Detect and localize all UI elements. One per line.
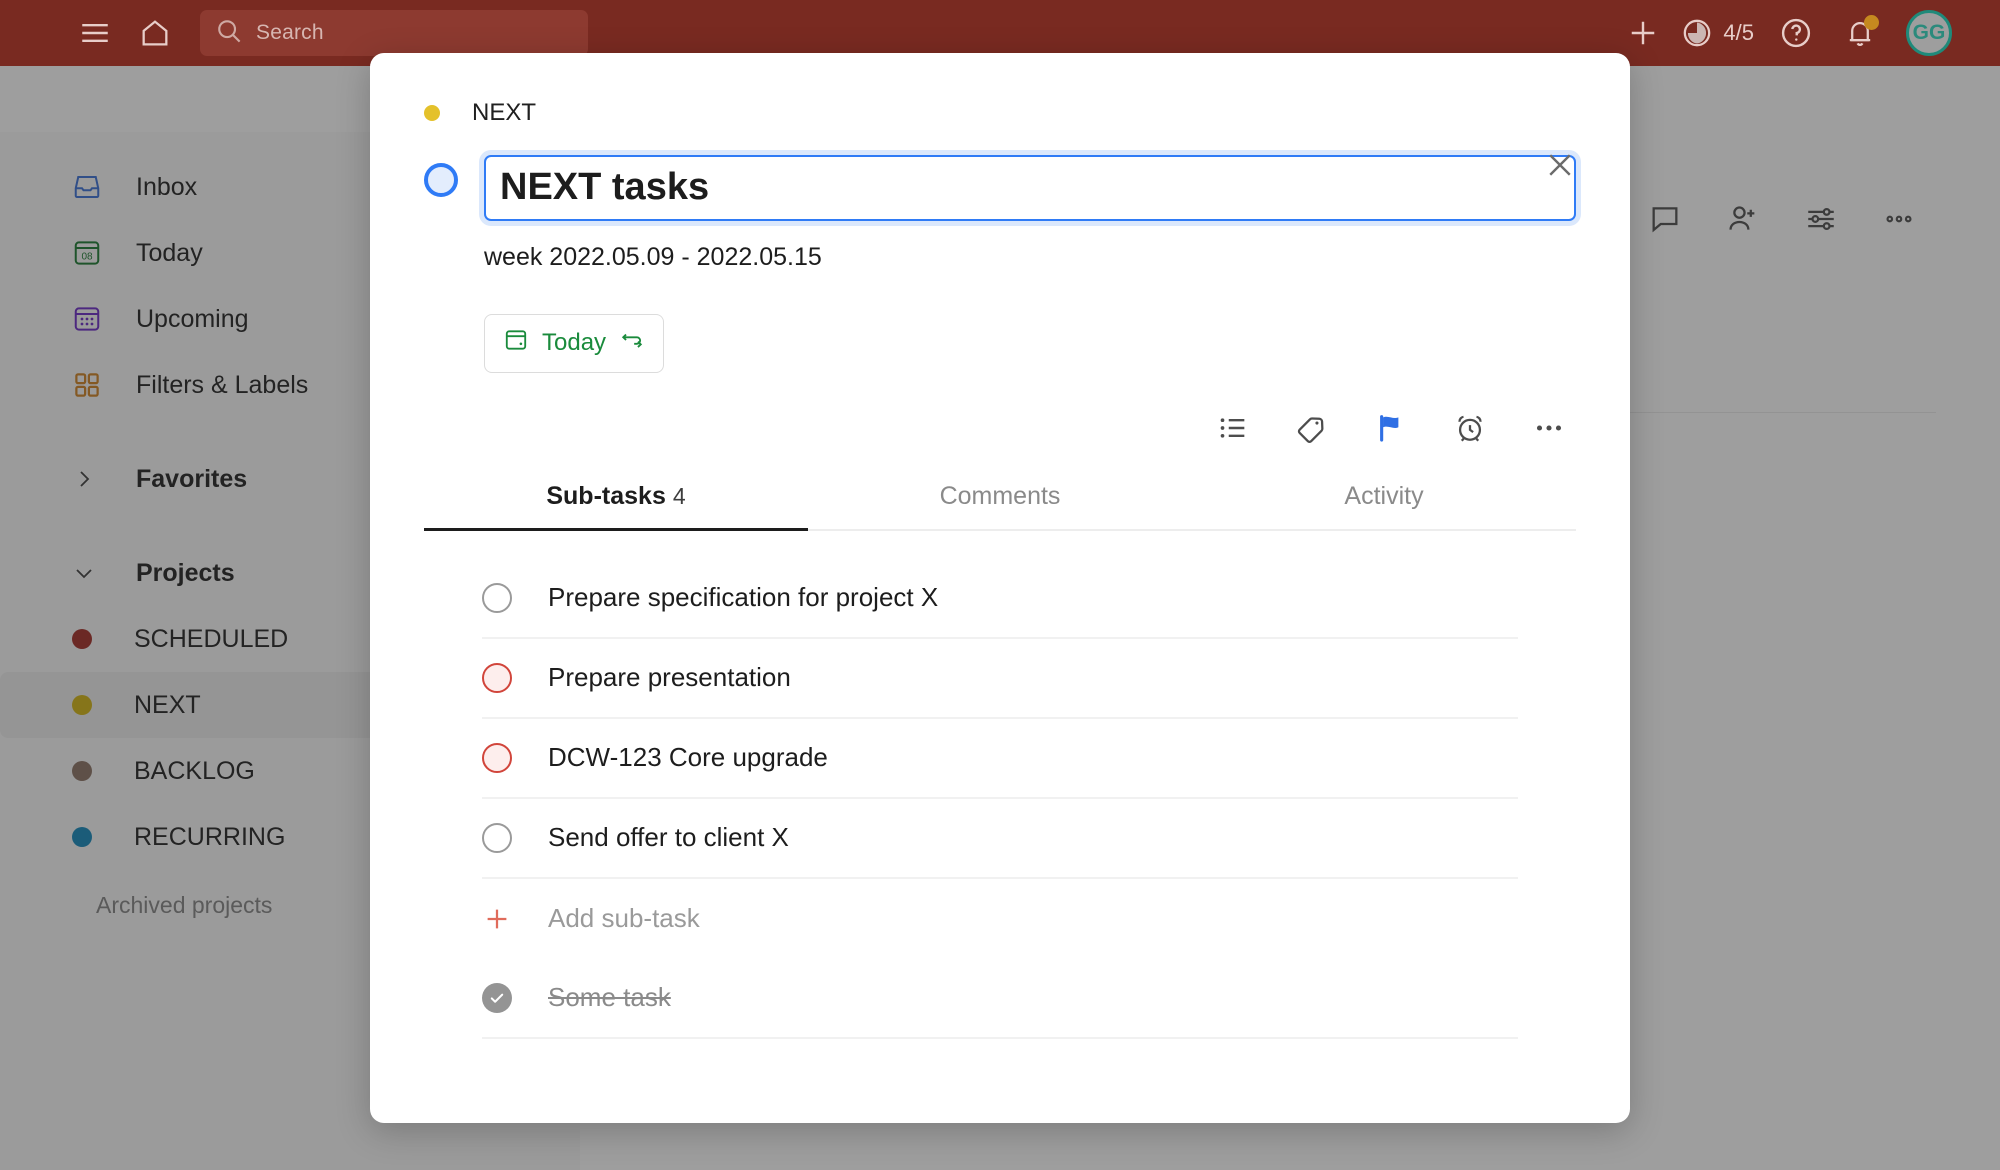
- tab-count: 4: [673, 483, 686, 509]
- tab-label: Sub-tasks: [546, 482, 665, 510]
- add-sub-task-label: Add sub-task: [548, 903, 700, 934]
- subtask-label: Prepare specification for project X: [548, 582, 938, 613]
- table-row[interactable]: Prepare presentation: [482, 639, 1518, 719]
- task-action-icons: [424, 411, 1576, 450]
- tab-activity[interactable]: Activity: [1192, 482, 1576, 529]
- sub-tasks-icon[interactable]: [1216, 411, 1250, 450]
- close-icon[interactable]: [1538, 143, 1582, 187]
- plus-icon[interactable]: [1611, 8, 1675, 58]
- reminder-alarm-icon[interactable]: [1453, 411, 1487, 450]
- project-color-dot: [424, 105, 440, 121]
- avatar[interactable]: GG: [1906, 10, 1952, 56]
- due-date-chip[interactable]: Today: [484, 314, 664, 373]
- task-title-input[interactable]: NEXT tasks: [484, 155, 1576, 221]
- label-tag-icon[interactable]: [1295, 411, 1329, 450]
- recurring-arrows-icon: [619, 327, 645, 360]
- topbar-actions: 4/5 GG: [1611, 8, 1952, 58]
- due-date-label: Today: [542, 329, 606, 357]
- notification-badge: [1864, 15, 1879, 30]
- tab-sub-tasks[interactable]: Sub-tasks 4: [424, 482, 808, 529]
- hamburger-menu-icon[interactable]: [72, 10, 118, 56]
- detail-tabs: Sub-tasks 4 Comments Activity: [424, 482, 1576, 531]
- calendar-icon: [503, 327, 529, 360]
- search-icon: [214, 16, 244, 51]
- table-row[interactable]: DCW-123 Core upgrade: [482, 719, 1518, 799]
- table-row[interactable]: Some task: [482, 959, 1518, 1039]
- breadcrumb[interactable]: NEXT: [424, 93, 1576, 133]
- home-icon[interactable]: [132, 10, 178, 56]
- search-placeholder: Search: [256, 21, 324, 45]
- subtask-checkbox[interactable]: [482, 823, 512, 853]
- subtask-label: DCW-123 Core upgrade: [548, 742, 828, 773]
- tab-comments[interactable]: Comments: [808, 482, 1192, 529]
- subtask-checkbox-completed[interactable]: [482, 983, 512, 1013]
- plus-icon: [482, 904, 512, 934]
- subtask-label: Prepare presentation: [548, 662, 791, 693]
- tab-label: Comments: [940, 482, 1061, 510]
- task-detail-modal: NEXT NEXT tasks week 2022.05.09 - 2022.0…: [370, 53, 1630, 1123]
- sub-tasks-list: Prepare specification for project X Prep…: [482, 559, 1518, 1039]
- productivity-meter[interactable]: 4/5: [1675, 8, 1764, 58]
- breadcrumb-project-label: NEXT: [472, 99, 536, 127]
- task-title-row: NEXT tasks: [424, 155, 1576, 221]
- question-circle-icon[interactable]: [1764, 8, 1828, 58]
- productivity-count: 4/5: [1723, 20, 1754, 46]
- app-root: Inbox 08 Today: [0, 0, 2000, 1170]
- tab-label: Activity: [1344, 482, 1423, 510]
- bell-icon[interactable]: [1828, 8, 1892, 58]
- table-row[interactable]: Send offer to client X: [482, 799, 1518, 879]
- search-input[interactable]: Search: [200, 10, 588, 56]
- subtask-checkbox[interactable]: [482, 663, 512, 693]
- more-options-icon[interactable]: [1532, 411, 1566, 450]
- subtask-checkbox[interactable]: [482, 583, 512, 613]
- priority-flag-icon[interactable]: [1374, 411, 1408, 450]
- add-sub-task-button[interactable]: Add sub-task: [482, 879, 1518, 959]
- task-schedule-row: Today: [484, 314, 1576, 373]
- subtask-label: Send offer to client X: [548, 822, 789, 853]
- task-complete-checkbox[interactable]: [424, 163, 458, 197]
- subtask-checkbox[interactable]: [482, 743, 512, 773]
- task-description[interactable]: week 2022.05.09 - 2022.05.15: [484, 243, 1576, 272]
- productivity-pie-icon: [1675, 8, 1719, 58]
- subtask-label: Some task: [548, 982, 671, 1013]
- table-row[interactable]: Prepare specification for project X: [482, 559, 1518, 639]
